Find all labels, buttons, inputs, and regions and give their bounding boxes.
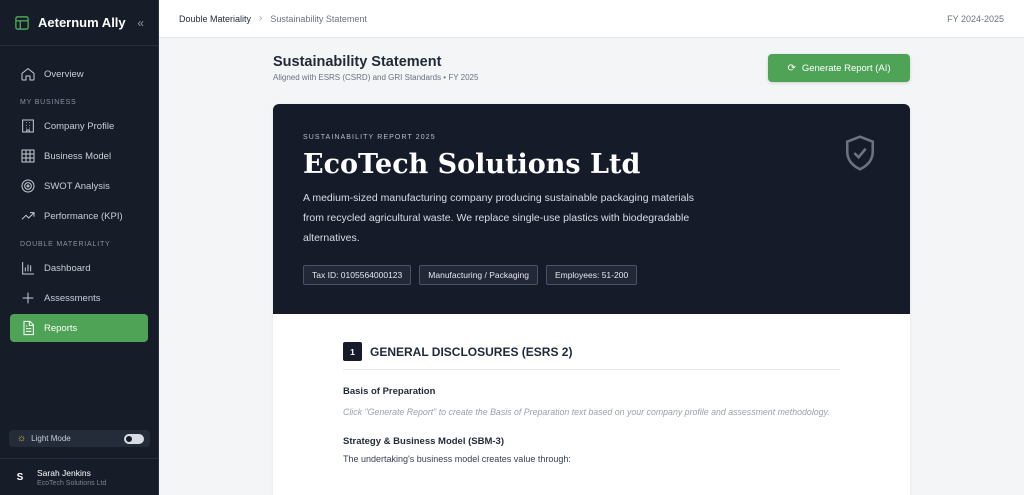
section-label-double-materiality: DOUBLE MATERIALITY — [20, 241, 111, 248]
sidebar-item-label: Reports — [44, 322, 78, 334]
theme-label: Light Mode — [31, 434, 71, 443]
layout-icon — [15, 15, 29, 30]
breadcrumb-current: Sustainability Statement — [270, 13, 367, 24]
sidebar-item-company-profile[interactable]: Company Profile — [10, 112, 148, 140]
fiscal-year: FY 2024-2025 — [947, 13, 1004, 24]
sidebar-item-label: Dashboard — [44, 262, 91, 274]
generate-report-label: Generate Report (AI) — [801, 62, 891, 74]
report-card: SUSTAINABILITY REPORT 2025 EcoTech Solut… — [273, 104, 910, 495]
sidebar-item-label: Performance (KPI) — [44, 210, 123, 222]
avatar: S — [10, 467, 30, 487]
company-badges: Tax ID: 0105564000123 Manufacturing / Pa… — [303, 265, 880, 285]
home-icon — [21, 68, 35, 81]
brand: Aeternum Ally « — [0, 0, 158, 46]
page-title: Sustainability Statement — [273, 54, 442, 70]
sidebar-item-business-model[interactable]: Business Model — [10, 142, 148, 170]
sidebar-item-label: Business Model — [44, 150, 112, 162]
badge-employees: Employees: 51-200 — [545, 265, 638, 285]
sidebar-item-label: Company Profile — [44, 120, 115, 132]
app-name: Aeternum Ally — [38, 15, 126, 30]
chevron-right-icon: › — [259, 13, 263, 24]
breadcrumb-double-materiality[interactable]: Double Materiality — [179, 14, 251, 24]
user-company: EcoTech Solutions Ltd — [37, 479, 107, 487]
sidebar-item-overview[interactable]: Overview — [10, 60, 148, 88]
user-name: Sarah Jenkins — [37, 467, 91, 478]
company-description: A medium-sized manufacturing company pro… — [303, 192, 695, 244]
document-icon — [23, 320, 34, 336]
sidebar-nav: Overview MY BUSINESS Company Profile Bus… — [0, 46, 158, 342]
main-content: Sustainability Statement Aligned with ES… — [159, 38, 1024, 495]
badge-industry: Manufacturing / Packaging — [419, 265, 538, 285]
basis-placeholder: Click "Generate Report" to create the Ba… — [343, 407, 830, 417]
badge-tax-id: Tax ID: 0105564000123 — [303, 265, 412, 285]
strategy-heading: Strategy & Business Model (SBM-3) — [343, 436, 504, 447]
generate-report-button[interactable]: ⟳ Generate Report (AI) — [768, 54, 910, 82]
plus-icon — [22, 292, 34, 304]
grid-icon — [21, 149, 35, 163]
report-eyebrow: SUSTAINABILITY REPORT 2025 — [303, 134, 436, 141]
theme-toggle[interactable]: ☼ Light Mode — [9, 430, 150, 447]
sidebar-item-performance-kpi[interactable]: Performance (KPI) — [10, 202, 148, 230]
sidebar-item-dashboard[interactable]: Dashboard — [10, 254, 148, 282]
page-subtitle: Aligned with ESRS (CSRD) and GRI Standar… — [273, 73, 479, 82]
basis-heading: Basis of Preparation — [343, 386, 436, 397]
user-profile[interactable]: S Sarah Jenkins EcoTech Solutions Ltd — [0, 458, 159, 495]
section-title: GENERAL DISCLOSURES (ESRS 2) — [370, 344, 573, 359]
trend-up-icon — [21, 212, 35, 220]
refresh-icon: ⟳ — [787, 62, 796, 74]
strategy-text: The undertaking's business model creates… — [343, 454, 571, 464]
company-name: EcoTech Solutions Ltd — [303, 149, 641, 180]
theme-switch[interactable] — [124, 433, 144, 444]
sidebar-item-label: Assessments — [44, 292, 101, 304]
sun-icon: ☼ — [17, 433, 27, 444]
collapse-sidebar-icon[interactable]: « — [137, 16, 144, 30]
sidebar-item-label: Overview — [44, 68, 84, 80]
sidebar-item-label: SWOT Analysis — [44, 180, 110, 192]
report-hero: SUSTAINABILITY REPORT 2025 EcoTech Solut… — [273, 104, 910, 314]
section-number: 1 — [343, 342, 362, 361]
target-icon — [21, 179, 35, 193]
sidebar-item-swot-analysis[interactable]: SWOT Analysis — [10, 172, 148, 200]
building-icon — [22, 119, 34, 133]
top-bar: Double Materiality › Sustainability Stat… — [159, 0, 1024, 38]
sidebar-item-reports[interactable]: Reports — [10, 314, 148, 342]
shield-check-icon — [845, 135, 875, 171]
sidebar: Aeternum Ally « Overview MY BUSINESS Com… — [0, 0, 159, 495]
report-content: 1 GENERAL DISCLOSURES (ESRS 2) Basis of … — [273, 314, 910, 464]
sidebar-item-assessments[interactable]: Assessments — [10, 284, 148, 312]
section-header: 1 GENERAL DISCLOSURES (ESRS 2) — [343, 342, 840, 370]
bar-chart-icon — [22, 262, 34, 275]
section-label-my-business: MY BUSINESS — [20, 99, 77, 106]
